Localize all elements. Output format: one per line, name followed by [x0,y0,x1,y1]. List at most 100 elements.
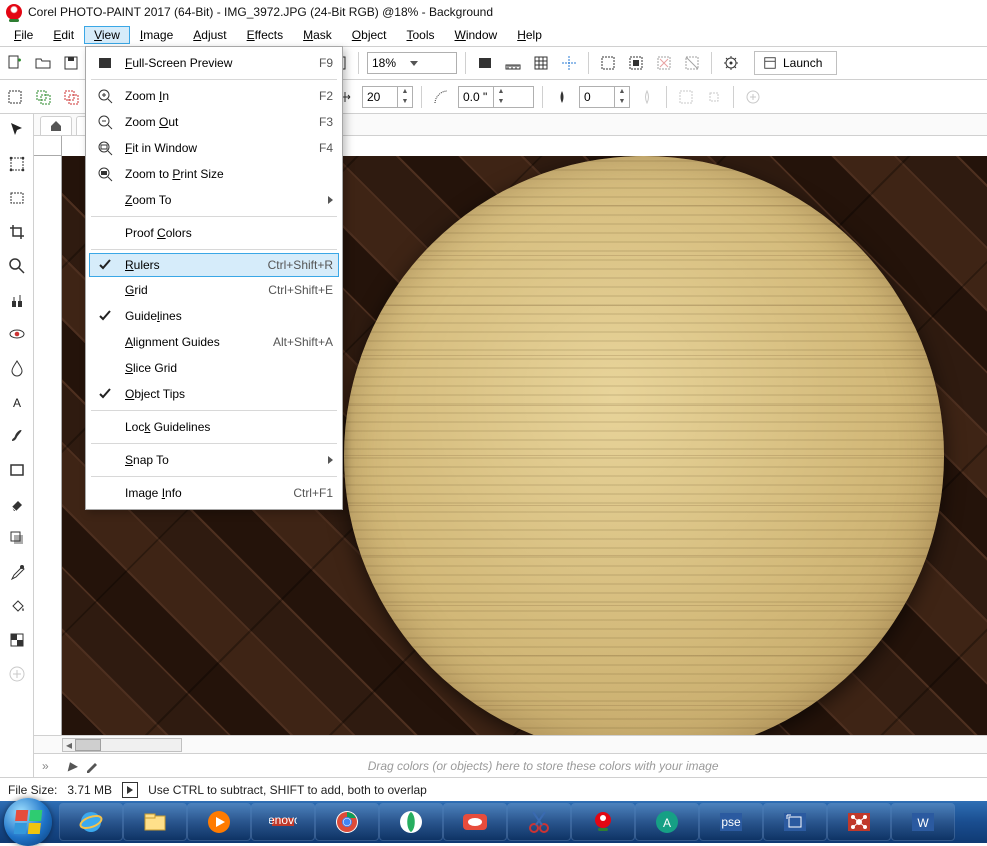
mask-overlay-button[interactable] [597,52,619,74]
scroll-row: ◂ [34,735,987,753]
invert-mask-button[interactable] [681,52,703,74]
opacity-spinner[interactable]: 0▲▼ [579,86,630,108]
menu-file[interactable]: File [4,26,43,44]
menu-item-full-screen-preview[interactable]: Full-Screen PreviewF9 [89,50,339,76]
expand-dock-icon[interactable]: » [42,759,60,773]
launch-label: Launch [783,56,822,70]
start-button[interactable] [4,798,52,846]
taskbar-ie[interactable] [60,804,122,840]
shrink-button[interactable] [703,86,725,108]
clone-tool[interactable] [5,288,29,312]
separator [465,52,466,74]
taskbar-word[interactable]: W [892,804,954,840]
taskbar-snip[interactable] [508,804,570,840]
taskbar-pse[interactable]: pse [700,804,762,840]
separator [542,86,543,108]
menu-item-zoom-out[interactable]: Zoom OutF3 [89,109,339,135]
menu-item-lock-guidelines[interactable]: Lock Guidelines [89,414,339,440]
taskbar-explorer[interactable] [124,804,186,840]
taskbar-lenovo[interactable]: lenovo [252,804,314,840]
zoom-tool[interactable] [5,254,29,278]
taskbar-corel-connect[interactable] [380,804,442,840]
mask-marquee-button[interactable] [625,52,647,74]
rectangle-mask-tool[interactable] [5,186,29,210]
status-tip: Use CTRL to subtract, SHIFT to add, both… [148,783,427,797]
launch-button[interactable]: Launch [754,51,837,75]
title-bar: Corel PHOTO-PAINT 2017 (64-Bit) - IMG_39… [0,0,987,24]
taskbar-capture[interactable] [764,804,826,840]
add-button[interactable] [742,86,764,108]
menu-tools[interactable]: Tools [397,26,445,44]
menu-adjust[interactable]: Adjust [183,26,236,44]
horizontal-scrollbar[interactable]: ◂ [62,738,182,752]
options-button[interactable] [720,52,742,74]
drop-shadow-tool[interactable] [5,526,29,550]
menu-bar: FileEditViewImageAdjustEffectsMaskObject… [0,24,987,46]
crop-tool[interactable] [5,220,29,244]
rectangle-tool[interactable] [5,458,29,482]
new-button[interactable] [4,52,26,74]
eraser-tool[interactable] [5,492,29,516]
show-guidelines-button[interactable] [558,52,580,74]
menu-item-guidelines[interactable]: Guidelines [89,303,339,329]
welcome-tab[interactable] [40,116,72,135]
home-icon [49,119,63,133]
menu-image[interactable]: Image [130,26,183,44]
save-button[interactable] [60,52,82,74]
pick-tool[interactable] [5,118,29,142]
size-spinner[interactable]: 20▲▼ [362,86,413,108]
menu-object[interactable]: Object [342,26,397,44]
liquid-tool[interactable] [5,356,29,380]
separator [588,52,589,74]
menu-item-zoom-to[interactable]: Zoom To [89,187,339,213]
menu-item-grid[interactable]: GridCtrl+Shift+E [89,277,339,303]
full-screen-button[interactable] [474,52,496,74]
rect-mask-mode[interactable] [4,86,26,108]
menu-window[interactable]: Window [445,26,508,44]
expand-button[interactable] [675,86,697,108]
color-dock[interactable]: » ▶ Drag colors (or objects) here to sto… [34,753,987,777]
subtractive-mask-mode[interactable] [60,86,82,108]
menu-help[interactable]: Help [507,26,552,44]
brush-tool[interactable] [5,424,29,448]
eyedropper-tool[interactable] [5,560,29,584]
taskbar-font-manager[interactable]: A [636,804,698,840]
mask-transform-tool[interactable] [5,152,29,176]
menu-item-alignment-guides[interactable]: Alignment GuidesAlt+Shift+A [89,329,339,355]
taskbar-connect2[interactable] [828,804,890,840]
menu-edit[interactable]: Edit [43,26,84,44]
fill-tool[interactable] [5,594,29,618]
additive-mask-mode[interactable] [32,86,54,108]
vertical-ruler[interactable] [34,156,62,735]
add-tool[interactable] [5,662,29,686]
open-button[interactable] [32,52,54,74]
menu-item-zoom-to-print-size[interactable]: Zoom to Print Size [89,161,339,187]
menu-item-zoom-in[interactable]: Zoom InF2 [89,83,339,109]
taskbar-photo-paint[interactable] [572,804,634,840]
feather-spinner[interactable]: 0.0 "▲▼ [458,86,534,108]
show-rulers-button[interactable] [502,52,524,74]
red-eye-tool[interactable] [5,322,29,346]
taskbar-chrome[interactable] [316,804,378,840]
menu-mask[interactable]: Mask [293,26,342,44]
menu-view[interactable]: View [84,26,130,44]
clear-mask-button[interactable] [653,52,675,74]
taskbar-media[interactable] [188,804,250,840]
menu-item-image-info[interactable]: Image InfoCtrl+F1 [89,480,339,506]
zoom-combo[interactable]: 18% [367,52,457,74]
menu-effects[interactable]: Effects [237,26,293,44]
show-grid-button[interactable] [530,52,552,74]
svg-text:W: W [917,816,929,830]
play-icon[interactable] [122,782,138,798]
status-bar: File Size: 3.71 MB Use CTRL to subtract,… [0,777,987,801]
menu-item-snap-to[interactable]: Snap To [89,447,339,473]
ruler-origin[interactable] [34,136,62,156]
menu-item-object-tips[interactable]: Object Tips [89,381,339,407]
menu-item-proof-colors[interactable]: Proof Colors [89,220,339,246]
menu-item-rulers[interactable]: RulersCtrl+Shift+R [89,253,339,277]
taskbar-cloud[interactable] [444,804,506,840]
text-tool[interactable]: A [5,390,29,414]
transparency-tool[interactable] [5,628,29,652]
menu-item-fit-in-window[interactable]: Fit in WindowF4 [89,135,339,161]
menu-item-slice-grid[interactable]: Slice Grid [89,355,339,381]
